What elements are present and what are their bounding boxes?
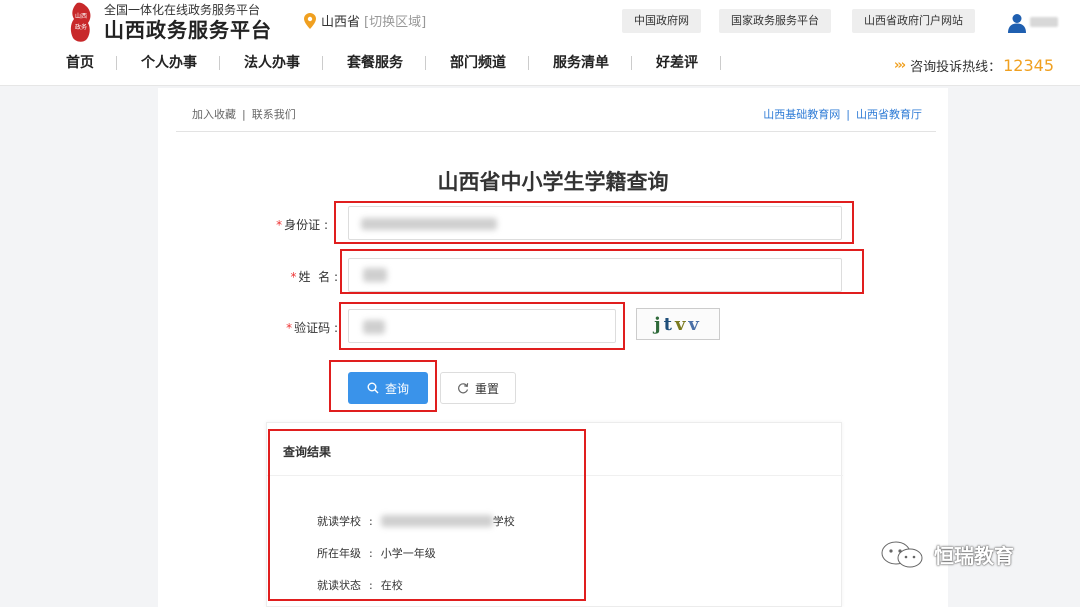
search-icon (367, 382, 379, 394)
nav-service-list[interactable]: 服务清单 (553, 56, 632, 70)
query-button[interactable]: 查询 (348, 372, 428, 404)
divider (267, 475, 843, 476)
result-title: 查询结果 (283, 445, 332, 459)
region-switch-link[interactable]: [切换区域] (364, 11, 426, 30)
wechat-icon (881, 541, 923, 567)
shanxi-logo-icon[interactable]: 山西 政务 (68, 2, 94, 44)
toplink-national-platform[interactable]: 国家政务服务平台 (719, 9, 831, 33)
watermark: 恒瑞教育 (880, 540, 1014, 569)
result-school-row: 就读学校: 学校 (317, 514, 515, 529)
reset-button[interactable]: 重置 (440, 372, 516, 404)
nav-department[interactable]: 部门频道 (450, 56, 529, 70)
query-panel: 加入收藏 | 联系我们 山西基础教育网 | 山西省教育厅 山西省中小学生学籍查询 * 身份… (158, 88, 948, 607)
name-label: * 姓 名 : (290, 270, 339, 284)
user-name-blurred[interactable] (1030, 17, 1058, 27)
region-selector[interactable]: 山西省 [切换区域] (304, 11, 426, 30)
refresh-icon (458, 383, 469, 394)
panel-right-links: 山西基础教育网 | 山西省教育厅 (763, 108, 922, 121)
captcha-input[interactable] (348, 309, 616, 343)
panel-left-links: 加入收藏 | 联系我们 (192, 108, 296, 121)
user-icon[interactable] (1008, 13, 1026, 33)
panel-toolbar: 加入收藏 | 联系我们 山西基础教育网 | 山西省教育厅 (176, 88, 936, 132)
captcha-image[interactable]: j t v v (636, 308, 720, 340)
redacted-id (361, 218, 497, 230)
svg-text:政务: 政务 (75, 23, 87, 31)
chevrons-right-icon: ››› (894, 58, 906, 73)
redacted-captcha (363, 320, 385, 334)
nav-home[interactable]: 首页 (66, 56, 117, 70)
toplink-china-gov[interactable]: 中国政府网 (622, 9, 701, 33)
hotline-number: 12345 (1003, 56, 1054, 75)
watermark-text: 恒瑞教育 (934, 544, 1014, 568)
id-card-label: * 身份证 : (276, 218, 328, 232)
education-dept-link[interactable]: 山西省教育厅 (856, 108, 922, 121)
hotline-label: 咨询投诉热线： (910, 60, 1002, 75)
redacted-school (380, 515, 493, 527)
result-status-row: 就读状态: 在校 (317, 578, 403, 593)
bookmark-link[interactable]: 加入收藏 (192, 108, 236, 121)
redacted-name (363, 268, 387, 282)
result-card: 查询结果 就读学校: 学校 所在年级: 小学一年级 就读状态: 在校 (266, 422, 843, 607)
result-grade-row: 所在年级: 小学一年级 (317, 546, 436, 561)
hotline: ››› 咨询投诉热线： 12345 (894, 56, 1054, 75)
name-input[interactable] (348, 258, 842, 292)
nav-legal-entity[interactable]: 法人办事 (244, 56, 323, 70)
basic-education-link[interactable]: 山西基础教育网 (763, 108, 840, 121)
region-name: 山西省 (321, 15, 361, 30)
id-card-input[interactable] (348, 206, 842, 240)
page-title: 山西省中小学生学籍查询 (437, 170, 669, 194)
nav-rating[interactable]: 好差评 (656, 56, 721, 70)
location-pin-icon (304, 12, 316, 29)
nav-package[interactable]: 套餐服务 (347, 56, 426, 70)
nav-personal[interactable]: 个人办事 (141, 56, 220, 70)
toplink-shanxi-portal[interactable]: 山西省政府门户网站 (852, 9, 975, 33)
contact-link[interactable]: 联系我们 (252, 108, 296, 121)
main-nav: 首页 个人办事 法人办事 套餐服务 部门频道 服务清单 好差评 (66, 56, 745, 70)
svg-text:山西: 山西 (75, 12, 87, 20)
captcha-label: * 验证码 : (286, 321, 338, 335)
site-header: 山西 政务 全国一体化在线政务服务平台 山西政务服务平台 山西省 [切换区域] … (0, 0, 1080, 86)
logo-title[interactable]: 山西政务服务平台 (104, 14, 272, 43)
